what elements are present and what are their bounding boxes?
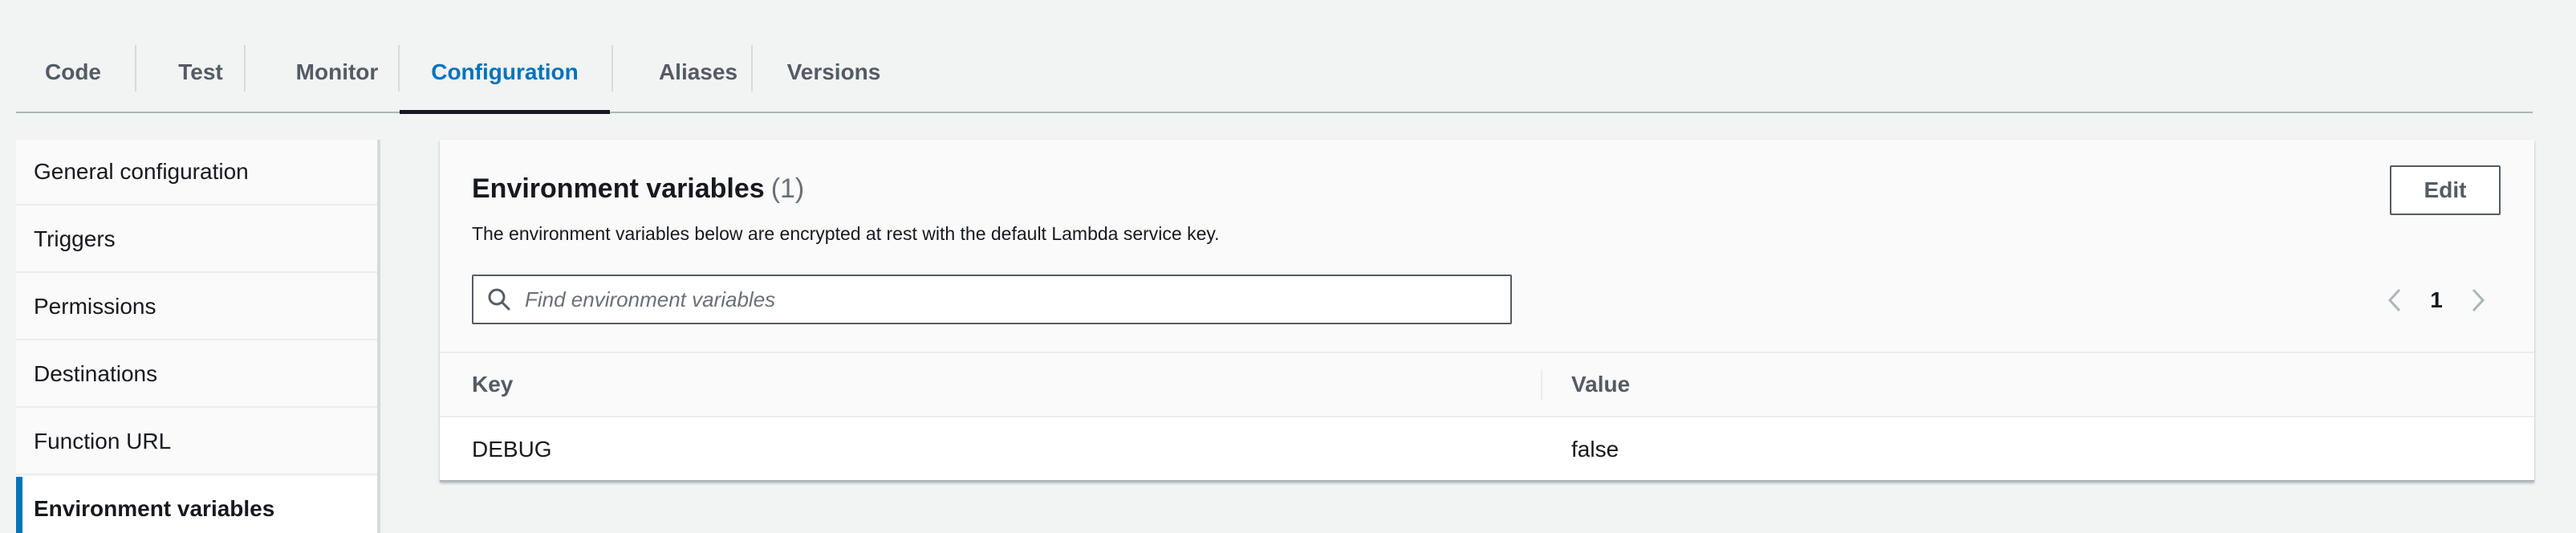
- search-input[interactable]: [525, 277, 1488, 322]
- environment-variables-panel: Environment variables (1) The environment…: [440, 140, 2534, 482]
- tab-aliases[interactable]: Aliases: [634, 32, 762, 112]
- column-divider: [1541, 369, 1542, 400]
- sidebar-item-destinations[interactable]: Destinations: [16, 342, 377, 408]
- panel-description: The environment variables below are encr…: [472, 223, 1220, 244]
- tab-code[interactable]: Code: [34, 32, 112, 112]
- environment-variables-table: Key Value DEBUG false: [440, 352, 2534, 482]
- sidebar-item-permissions[interactable]: Permissions: [16, 275, 377, 340]
- panel-title-text: Environment variables: [472, 173, 765, 204]
- function-tabs: Code Test Monitor Configuration Aliases …: [16, 0, 2533, 114]
- env-var-value: false: [1571, 437, 1619, 462]
- pagination: 1: [2379, 278, 2494, 323]
- tab-divider: [135, 45, 136, 92]
- table-header: Key Value: [440, 353, 2534, 416]
- panel-title: Environment variables (1): [472, 173, 804, 205]
- tab-divider: [751, 45, 753, 92]
- search-field[interactable]: [472, 275, 1512, 324]
- edit-button[interactable]: Edit: [2390, 165, 2501, 215]
- chevron-left-icon[interactable]: [2379, 278, 2411, 323]
- chevron-right-icon[interactable]: [2462, 278, 2494, 323]
- tab-versions[interactable]: Versions: [762, 32, 905, 112]
- column-header-value: Value: [1571, 372, 1631, 397]
- sidebar-item-triggers[interactable]: Triggers: [16, 207, 377, 273]
- sidebar-item-general-configuration[interactable]: General configuration: [16, 140, 377, 205]
- search-icon: [486, 287, 512, 312]
- table-row: DEBUG false: [440, 416, 2534, 482]
- page-number[interactable]: 1: [2411, 287, 2462, 313]
- sidebar-item-environment-variables[interactable]: Environment variables: [16, 477, 377, 533]
- sidebar-item-function-url[interactable]: Function URL: [16, 409, 377, 475]
- tab-configuration[interactable]: Configuration: [400, 32, 610, 114]
- tab-divider: [611, 45, 613, 92]
- column-header-key: Key: [472, 372, 514, 397]
- tab-test[interactable]: Test: [157, 32, 244, 112]
- configuration-sidebar: General configuration Triggers Permissio…: [16, 140, 380, 533]
- env-var-key: DEBUG: [472, 437, 552, 462]
- variable-count: (1): [770, 173, 805, 204]
- tab-monitor[interactable]: Monitor: [268, 32, 406, 112]
- tab-divider: [244, 45, 246, 92]
